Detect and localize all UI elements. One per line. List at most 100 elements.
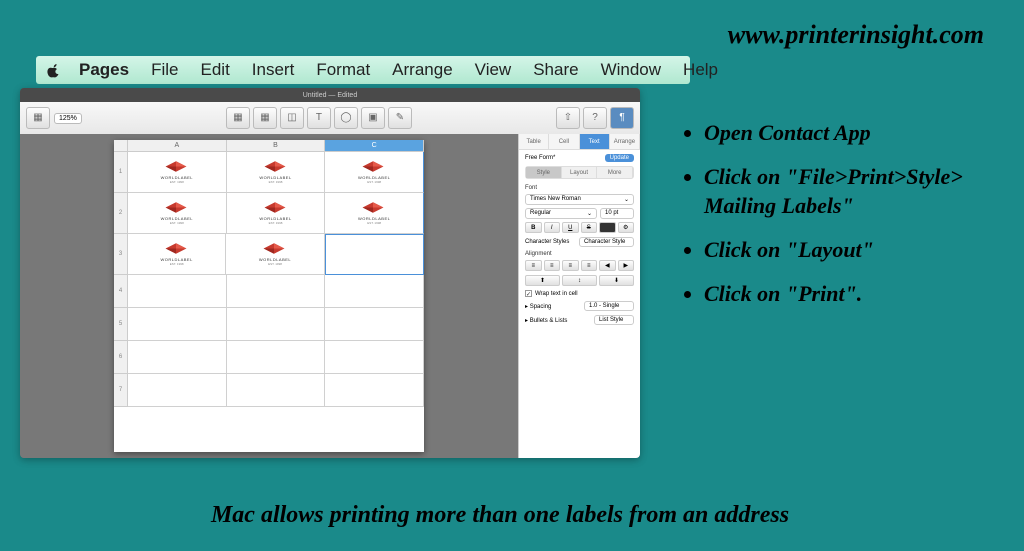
alignment-buttons: ≡ ≡ ≡ ≡ ◀ ▶ — [525, 260, 634, 271]
col-header-b[interactable]: B — [227, 140, 326, 152]
tab-text[interactable]: Text — [580, 134, 610, 149]
seg-layout[interactable]: Layout — [562, 167, 598, 178]
gear-button[interactable]: ⚙ — [618, 222, 635, 233]
toolbar-center-group: ▦ ▦ ◫ T ◯ ▣ ✎ — [226, 107, 412, 129]
worldlabel-logo-icon — [163, 160, 191, 174]
table-row: 4 — [114, 275, 424, 308]
align-left-button[interactable]: ≡ — [525, 260, 542, 271]
char-styles-select[interactable]: Character Style — [579, 237, 634, 247]
spacing-label: ▸ Spacing — [525, 303, 551, 310]
menu-arrange[interactable]: Arrange — [381, 60, 463, 80]
table-row: 2 WORLDLABELEST. 1998 WORLDLABELEST. 199… — [114, 193, 424, 234]
cell-a4[interactable] — [128, 275, 227, 308]
view-button[interactable]: ▦ — [26, 107, 50, 129]
menu-file[interactable]: File — [140, 60, 189, 80]
align-justify-button[interactable]: ≡ — [581, 260, 598, 271]
cell-c5[interactable] — [325, 308, 424, 341]
worldlabel-logo-icon — [360, 201, 388, 215]
valign-middle-button[interactable]: ↕ — [562, 275, 597, 286]
text-button[interactable]: T — [307, 107, 331, 129]
tab-cell[interactable]: Cell — [549, 134, 579, 149]
format-button[interactable]: ¶ — [610, 107, 634, 129]
seg-more[interactable]: More — [597, 167, 633, 178]
apple-logo-icon[interactable] — [46, 60, 62, 80]
cell-a2[interactable]: WORLDLABELEST. 1998 — [128, 193, 227, 234]
comment-button[interactable]: ✎ — [388, 107, 412, 129]
row-number[interactable]: 3 — [114, 234, 128, 275]
menu-view[interactable]: View — [464, 60, 523, 80]
cell-b4[interactable] — [227, 275, 326, 308]
cell-b5[interactable] — [227, 308, 326, 341]
cell-a7[interactable] — [128, 374, 227, 407]
inspector-top-tabs: Table Cell Text Arrange — [519, 134, 640, 150]
cell-c6[interactable] — [325, 341, 424, 374]
cell-c7[interactable] — [325, 374, 424, 407]
align-center-button[interactable]: ≡ — [544, 260, 561, 271]
indent-button[interactable]: ▶ — [618, 260, 635, 271]
menu-window[interactable]: Window — [590, 60, 672, 80]
menu-insert[interactable]: Insert — [241, 60, 306, 80]
media-button[interactable]: ▣ — [361, 107, 385, 129]
row-number[interactable]: 6 — [114, 341, 128, 374]
outdent-button[interactable]: ◀ — [599, 260, 616, 271]
spacing-select[interactable]: 1.0 - Single — [584, 301, 634, 311]
table-button[interactable]: ▦ — [253, 107, 277, 129]
cell-a5[interactable] — [128, 308, 227, 341]
color-button[interactable] — [599, 222, 616, 233]
col-header-a[interactable]: A — [128, 140, 227, 152]
font-style-select[interactable]: Regular⌄ — [525, 208, 597, 219]
strike-button[interactable]: S — [581, 222, 598, 233]
row-number[interactable]: 1 — [114, 152, 128, 193]
tab-arrange[interactable]: Arrange — [610, 134, 640, 149]
font-size-input[interactable]: 10 pt — [600, 208, 634, 219]
row-number[interactable]: 2 — [114, 193, 128, 234]
menu-edit[interactable]: Edit — [190, 60, 241, 80]
cell-a6[interactable] — [128, 341, 227, 374]
insert-button[interactable]: ▦ — [226, 107, 250, 129]
cell-b6[interactable] — [227, 341, 326, 374]
spreadsheet-canvas[interactable]: A B C 1 WORLDLABELEST. 1998 WORLDLABELES… — [20, 134, 518, 458]
cell-b3[interactable]: WORLDLABELEST. 1998 — [226, 234, 324, 275]
document-area: A B C 1 WORLDLABELEST. 1998 WORLDLABELES… — [20, 134, 640, 458]
seg-style[interactable]: Style — [526, 167, 562, 178]
update-button[interactable]: Update — [605, 154, 634, 162]
tips-button[interactable]: ? — [583, 107, 607, 129]
align-right-button[interactable]: ≡ — [562, 260, 579, 271]
cell-b2[interactable]: WORLDLABELEST. 1998 — [227, 193, 326, 234]
zoom-control[interactable]: 125% — [54, 113, 82, 124]
cell-c2[interactable]: WORLDLABELEST. 1998 — [325, 193, 424, 234]
row-number[interactable]: 7 — [114, 374, 128, 407]
cell-c3[interactable] — [325, 234, 424, 275]
wrap-checkbox-row[interactable]: Wrap text in cell — [525, 290, 634, 297]
menu-share[interactable]: Share — [522, 60, 589, 80]
menu-format[interactable]: Format — [305, 60, 381, 80]
underline-button[interactable]: U — [562, 222, 579, 233]
italic-button[interactable]: I — [544, 222, 561, 233]
wrap-checkbox[interactable] — [525, 290, 532, 297]
corner-cell[interactable] — [114, 140, 128, 152]
share-button[interactable]: ⇧ — [556, 107, 580, 129]
cell-b1[interactable]: WORLDLABELEST. 1998 — [227, 152, 326, 193]
col-header-c[interactable]: C — [325, 140, 424, 152]
cell-b7[interactable] — [227, 374, 326, 407]
valign-bottom-button[interactable]: ⬇ — [599, 275, 634, 286]
chart-button[interactable]: ◫ — [280, 107, 304, 129]
menu-app-name[interactable]: Pages — [68, 60, 140, 80]
cell-a3[interactable]: WORLDLABELEST. 1998 — [128, 234, 226, 275]
tab-table[interactable]: Table — [519, 134, 549, 149]
cell-a1[interactable]: WORLDLABELEST. 1998 — [128, 152, 227, 193]
shape-button[interactable]: ◯ — [334, 107, 358, 129]
bullets-select[interactable]: List Style — [594, 315, 634, 325]
instruction-item: Click on "Layout" — [704, 235, 1020, 265]
font-family-select[interactable]: Times New Roman⌄ — [525, 194, 634, 205]
toolbar: ▦ 125% ▦ ▦ ◫ T ◯ ▣ ✎ ⇧ ? ¶ — [20, 102, 640, 134]
font-section-label: Font — [525, 185, 634, 191]
cell-c4[interactable] — [325, 275, 424, 308]
row-number[interactable]: 5 — [114, 308, 128, 341]
valign-top-button[interactable]: ⬆ — [525, 275, 560, 286]
menu-help[interactable]: Help — [672, 60, 729, 80]
cell-c1[interactable]: WORLDLABELEST. 1998 — [325, 152, 424, 193]
bold-button[interactable]: B — [525, 222, 542, 233]
row-number[interactable]: 4 — [114, 275, 128, 308]
url-text: www.printerinsight.com — [728, 20, 984, 50]
